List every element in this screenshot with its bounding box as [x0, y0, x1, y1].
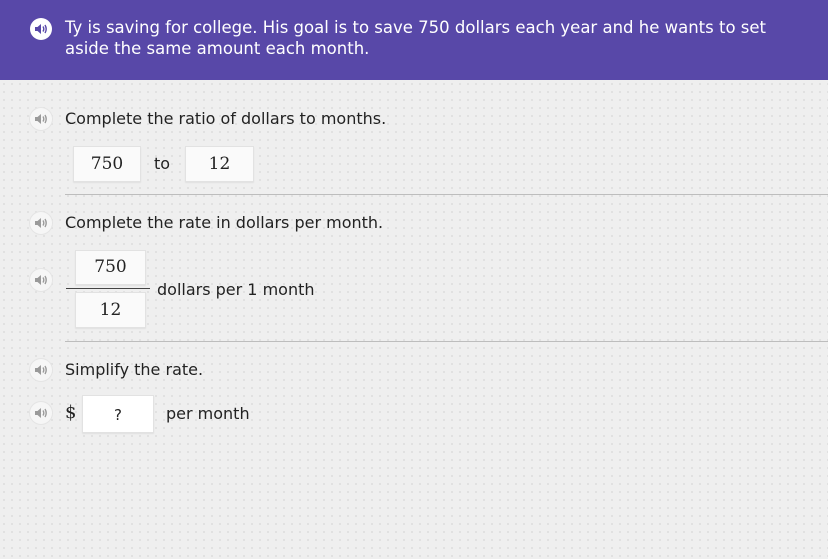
ratio-instruction: Complete the ratio of dollars to months. — [65, 109, 387, 128]
speaker-icon[interactable] — [30, 269, 52, 291]
speaker-icon[interactable] — [30, 212, 52, 234]
ratio-connector: to — [154, 154, 171, 173]
speaker-icon[interactable] — [30, 359, 52, 381]
rate-instruction: Complete the rate in dollars per month. — [65, 213, 384, 232]
rate-suffix: dollars per 1 month — [157, 280, 315, 299]
fraction-bar — [66, 288, 150, 289]
ratio-months-box[interactable]: 12 — [185, 146, 254, 182]
simplify-suffix: per month — [166, 404, 250, 423]
currency-symbol: $ — [65, 402, 77, 423]
step-divider — [65, 194, 828, 195]
problem-header: Ty is saving for college. His goal is to… — [0, 0, 828, 80]
ratio-dollars-box[interactable]: 750 — [73, 146, 141, 182]
rate-denominator-box[interactable]: 12 — [75, 292, 146, 328]
step-divider — [65, 341, 828, 342]
speaker-icon[interactable] — [30, 18, 52, 40]
simplify-instruction: Simplify the rate. — [65, 360, 204, 379]
speaker-icon[interactable] — [30, 108, 52, 130]
speaker-icon[interactable] — [30, 402, 52, 424]
problem-prompt: Ty is saving for college. His goal is to… — [65, 18, 767, 58]
simplified-rate-input[interactable]: ? — [82, 395, 154, 433]
rate-numerator-box[interactable]: 750 — [75, 250, 146, 285]
